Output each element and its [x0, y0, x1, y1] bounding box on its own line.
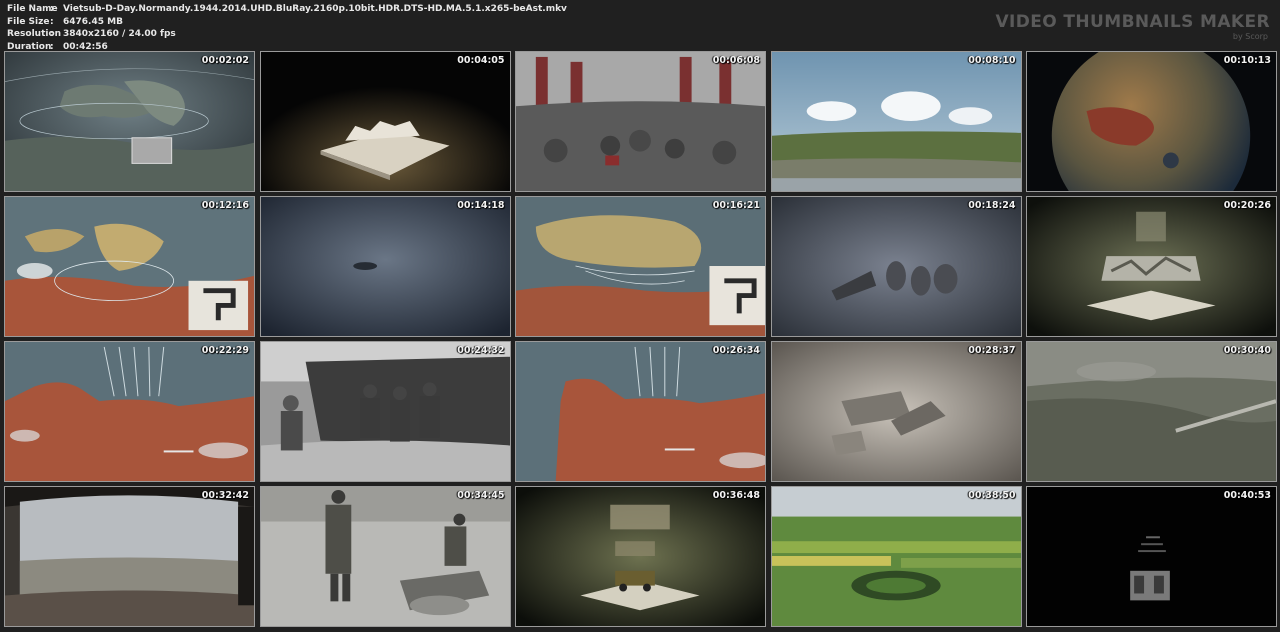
scene-aerial-battlefield: [1027, 342, 1276, 481]
resolution-label: Resolution: [7, 29, 62, 39]
file-size-value: 6476.45 MB: [63, 16, 123, 27]
file-name-value: Vietsub-D-Day.Normandy.1944.2014.UHD.Blu…: [63, 4, 567, 14]
timestamp: 00:06:08: [712, 55, 760, 66]
thumbnail-14[interactable]: 00:28:37: [770, 341, 1022, 482]
thumbnail-19[interactable]: 00:38:50: [770, 486, 1022, 627]
scene-coast-cliffs: [771, 52, 1021, 191]
thumbnail-6[interactable]: 00:12:16: [4, 196, 255, 337]
separator: :: [50, 16, 54, 27]
thumbnail-15[interactable]: 00:30:40: [1026, 341, 1277, 482]
file-info-panel: File Name : Vietsub-D-Day.Normandy.1944.…: [7, 3, 567, 53]
resolution-row: Resolution : 3840x2160 / 24.00 fps: [7, 28, 567, 41]
thumbnail-grid: 00:02:02 00:04:05 00:06:08 00:08:10 00:1…: [4, 51, 1277, 629]
timestamp: 00:14:18: [457, 200, 505, 211]
separator: :: [50, 29, 54, 39]
brand-watermark: VIDEO THUMBNAILS MAKER by Scorp: [995, 13, 1270, 41]
timestamp: 00:24:32: [457, 345, 505, 356]
timestamp: 00:18:24: [968, 200, 1016, 211]
scene-map-normandy-2: [516, 342, 765, 481]
thumbnail-17[interactable]: 00:34:45: [259, 486, 511, 627]
separator: :: [50, 4, 54, 14]
resolution-value: 3840x2160 / 24.00 fps: [63, 29, 176, 39]
scene-popup-jeep: [516, 487, 765, 626]
timestamp: 00:22:29: [201, 345, 249, 356]
thumbnail-18[interactable]: 00:36:48: [515, 486, 766, 627]
file-name-row: File Name : Vietsub-D-Day.Normandy.1944.…: [7, 3, 567, 16]
scene-blue-smoke: [260, 197, 510, 336]
thumbnail-11[interactable]: 00:22:29: [4, 341, 255, 482]
thumbnail-2[interactable]: 00:04:05: [259, 51, 511, 192]
file-name-label: File Name: [7, 4, 58, 14]
thumbnail-9[interactable]: 00:18:24: [770, 196, 1022, 337]
thumbnail-13[interactable]: 00:26:34: [515, 341, 766, 482]
scene-sketch-logs: [771, 342, 1021, 481]
timestamp: 00:12:16: [201, 200, 249, 211]
scene-landing-craft: [260, 342, 510, 481]
scene-aerial-fields: [771, 487, 1021, 626]
scene-map-british-isles: [5, 52, 254, 191]
scene-globe-europe: [1027, 52, 1276, 191]
thumbnail-7[interactable]: 00:14:18: [259, 196, 511, 337]
timestamp: 00:32:42: [201, 490, 249, 501]
scene-popup-book-credits: [260, 52, 510, 191]
file-size-row: File Size : 6476.45 MB: [7, 16, 567, 29]
timestamp: 00:36:48: [712, 490, 760, 501]
thumbnail-16[interactable]: 00:32:42: [4, 486, 255, 627]
timestamp: 00:08:10: [968, 55, 1016, 66]
timestamp: 00:20:26: [1223, 200, 1271, 211]
thumbnail-4[interactable]: 00:08:10: [770, 51, 1022, 192]
scene-crowd-rally: [516, 52, 765, 191]
file-size-label: File Size: [7, 16, 50, 27]
thumbnail-12[interactable]: 00:24:32: [259, 341, 511, 482]
timestamp: 00:10:13: [1223, 55, 1271, 66]
scene-black-credits: [1027, 487, 1276, 626]
timestamp: 00:26:34: [712, 345, 760, 356]
thumbnail-1[interactable]: 00:02:02: [4, 51, 255, 192]
scene-map-uk-red: [5, 197, 254, 336]
timestamp: 00:28:37: [968, 345, 1016, 356]
thumbnail-8[interactable]: 00:16:21: [515, 196, 766, 337]
timestamp: 00:16:21: [712, 200, 760, 211]
timestamp: 00:02:02: [201, 55, 249, 66]
timestamp: 00:34:45: [457, 490, 505, 501]
scene-sketch-soldiers: [771, 197, 1021, 336]
scene-map-channel: [516, 197, 765, 336]
timestamp: 00:04:05: [457, 55, 505, 66]
brand-title: VIDEO THUMBNAILS MAKER: [995, 12, 1270, 32]
thumbnail-3[interactable]: 00:06:08: [515, 51, 766, 192]
thumbnail-5[interactable]: 00:10:13: [1026, 51, 1277, 192]
scene-panorama-beach: [5, 487, 254, 626]
timestamp: 00:40:53: [1223, 490, 1271, 501]
thumbnail-20[interactable]: 00:40:53: [1026, 486, 1277, 627]
scene-popup-c47: [1027, 197, 1276, 336]
thumbnail-10[interactable]: 00:20:26: [1026, 196, 1277, 337]
scene-map-normandy: [5, 342, 254, 481]
scene-soldiers-field: [260, 487, 510, 626]
timestamp: 00:38:50: [968, 490, 1016, 501]
brand-subtitle: by Scorp: [1232, 32, 1268, 41]
timestamp: 00:30:40: [1223, 345, 1271, 356]
